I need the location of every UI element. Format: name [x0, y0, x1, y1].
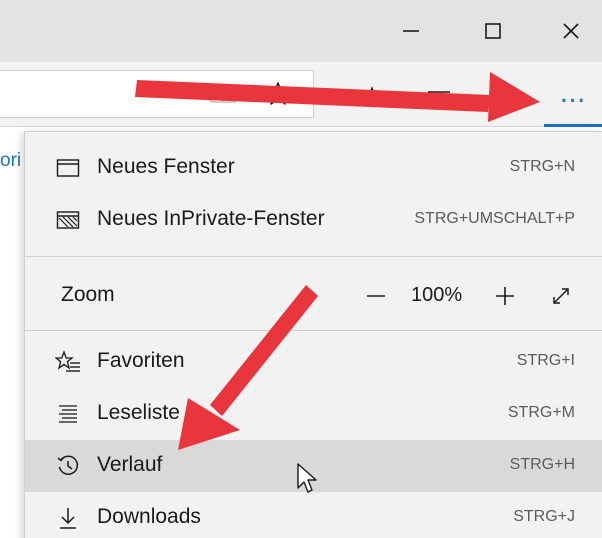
favorites-icon: [55, 350, 81, 374]
menu-item-shortcut: STRG+J: [513, 508, 575, 525]
menu-item-shortcut: STRG+UMSCHALT+P: [414, 210, 575, 227]
title-bar: [0, 0, 602, 62]
inprivate-icon: [55, 208, 81, 232]
fullscreen-button[interactable]: [547, 282, 575, 310]
menu-item-shortcut: STRG+N: [509, 158, 575, 175]
mouse-cursor-icon: [297, 463, 317, 493]
notes-icon: [505, 91, 522, 108]
zoom-row: Zoom 100%: [25, 270, 602, 322]
fullscreen-icon: [553, 288, 569, 304]
window-icon: [55, 156, 81, 180]
menu-separator: [25, 256, 602, 257]
more-icon: …: [559, 79, 587, 109]
zoom-label: Zoom: [61, 283, 115, 306]
menu-item-label: Neues Fenster: [97, 155, 235, 178]
page-edge-text: ori: [0, 150, 22, 171]
menu-item-shortcut: STRG+H: [509, 456, 575, 473]
menu-item-new-window[interactable]: Neues Fenster STRG+N: [25, 142, 602, 194]
menu-item-label: Verlauf: [97, 453, 163, 476]
menu-item-shortcut: STRG+M: [507, 404, 575, 421]
close-icon: [563, 23, 579, 39]
menu-item-label: Favoriten: [97, 349, 185, 372]
menu-separator: [25, 330, 602, 331]
add-favorite-button[interactable]: [262, 80, 294, 108]
favorites-bar-button[interactable]: [362, 84, 392, 110]
zoom-out-button[interactable]: [363, 282, 389, 310]
minimize-icon: [403, 30, 419, 32]
notes-button[interactable]: [500, 84, 526, 110]
menu-item-label: Neues InPrivate-Fenster: [97, 207, 325, 230]
maximize-button[interactable]: [470, 8, 516, 54]
maximize-icon: [485, 23, 501, 39]
menu-item-shortcut: STRG+I: [516, 352, 575, 369]
browser-screenshot: … ori Neues Fenster STRG+N Neues InPriva…: [0, 0, 602, 538]
favorites-bar-icon: [364, 86, 389, 107]
hub-icon: [428, 91, 450, 105]
close-button[interactable]: [548, 8, 594, 54]
menu-item-downloads[interactable]: Downloads STRG+J: [25, 492, 602, 538]
toolbar: [0, 62, 602, 127]
star-icon: [266, 82, 290, 105]
download-icon: [55, 506, 81, 530]
zoom-level: 100%: [411, 284, 463, 306]
zoom-out-icon: [367, 295, 385, 297]
menu-item-label: Leseliste: [97, 401, 180, 424]
hub-button[interactable]: [424, 84, 454, 110]
reading-list-icon: [55, 402, 81, 426]
history-icon: [55, 454, 81, 478]
menu-item-label: Downloads: [97, 505, 201, 528]
menu-item-new-inprivate-window[interactable]: Neues InPrivate-Fenster STRG+UMSCHALT+P: [25, 194, 602, 246]
menu-item-reading-list[interactable]: Leseliste STRG+M: [25, 388, 602, 440]
reading-view-icon: [210, 85, 236, 103]
zoom-in-icon: [496, 287, 514, 305]
reading-view-button[interactable]: [208, 82, 238, 106]
menu-item-favorites[interactable]: Favoriten STRG+I: [25, 336, 602, 388]
minimize-button[interactable]: [388, 8, 434, 54]
more-button[interactable]: …: [544, 62, 602, 126]
zoom-in-button[interactable]: [491, 282, 519, 310]
